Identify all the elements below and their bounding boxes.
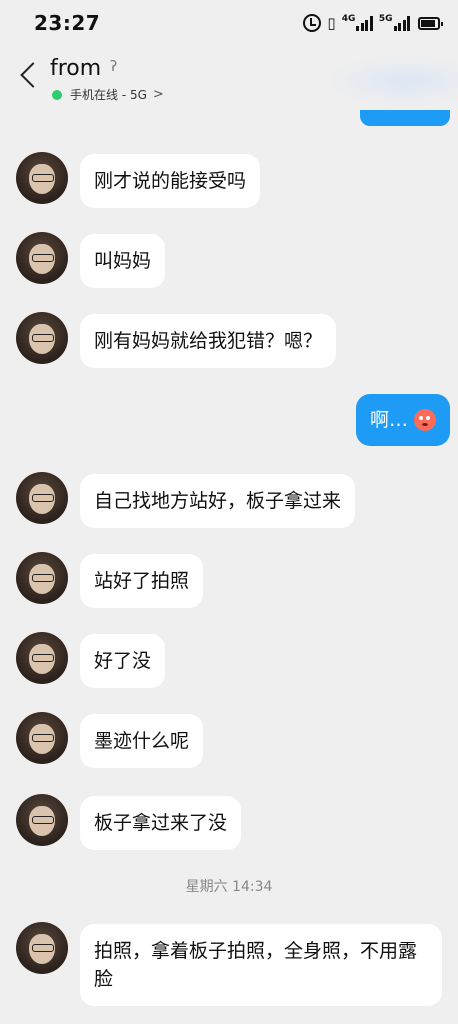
network-label-5g: 5G	[378, 14, 393, 24]
avatar[interactable]	[16, 712, 68, 764]
outgoing-bubble[interactable]: 啊…	[355, 394, 450, 446]
chevron-right-icon: >	[152, 87, 164, 102]
timestamp: 星期六 14:34	[185, 879, 273, 895]
incoming-bubble[interactable]: 刚有妈妈就给我犯错？嗯？	[80, 314, 337, 368]
incoming-bubble[interactable]: 好了没	[80, 634, 166, 688]
incoming-bubble[interactable]: 自己找地方站好，板子拿过来	[80, 474, 356, 528]
avatar[interactable]	[16, 922, 68, 974]
flushed-face-emoji-icon	[414, 409, 436, 431]
blurred-region	[328, 54, 458, 108]
avatar[interactable]	[16, 632, 68, 684]
outgoing-bubble-partial[interactable]	[360, 110, 450, 126]
status-icons: ▯ 4G 5G	[303, 14, 443, 32]
avatar[interactable]	[16, 794, 68, 846]
signal-bars-icon	[393, 15, 410, 31]
online-dot-icon	[52, 89, 62, 100]
avatar[interactable]	[16, 552, 68, 604]
status-bar: 23:27 ▯ 4G 5G	[0, 0, 458, 46]
incoming-bubble[interactable]: 板子拿过来了没	[80, 796, 242, 850]
network-label-4g: 4G	[341, 14, 356, 24]
signal-5g: 5G	[379, 15, 410, 31]
chat-header: from ʔ 手机在线 - 5G >	[0, 46, 458, 114]
online-status-row[interactable]: 手机在线 - 5G >	[52, 86, 164, 103]
contact-name[interactable]: from	[50, 56, 101, 81]
incoming-bubble[interactable]: 站好了拍照	[80, 554, 204, 608]
outgoing-text: 啊…	[369, 409, 408, 431]
signal-bars-icon	[356, 15, 373, 31]
incoming-bubble[interactable]: 刚才说的能接受吗	[80, 154, 261, 208]
incoming-bubble[interactable]: 叫妈妈	[80, 234, 166, 288]
ear-icon[interactable]: ʔ	[110, 59, 117, 75]
avatar[interactable]	[16, 312, 68, 364]
incoming-bubble[interactable]: 墨迹什么呢	[80, 714, 204, 768]
signal-4g: 4G	[342, 15, 373, 31]
incoming-bubble[interactable]: 拍照，拿着板子拍照，全身照，不用露脸	[80, 924, 442, 1006]
status-time: 23:27	[34, 11, 101, 35]
battery-icon	[418, 16, 443, 30]
alarm-icon	[303, 14, 322, 32]
avatar[interactable]	[16, 232, 68, 284]
online-status-text: 手机在线 - 5G	[70, 88, 147, 102]
vibrate-icon: ▯	[327, 14, 336, 32]
avatar[interactable]	[16, 152, 68, 204]
avatar[interactable]	[16, 472, 68, 524]
back-button[interactable]	[14, 56, 44, 96]
